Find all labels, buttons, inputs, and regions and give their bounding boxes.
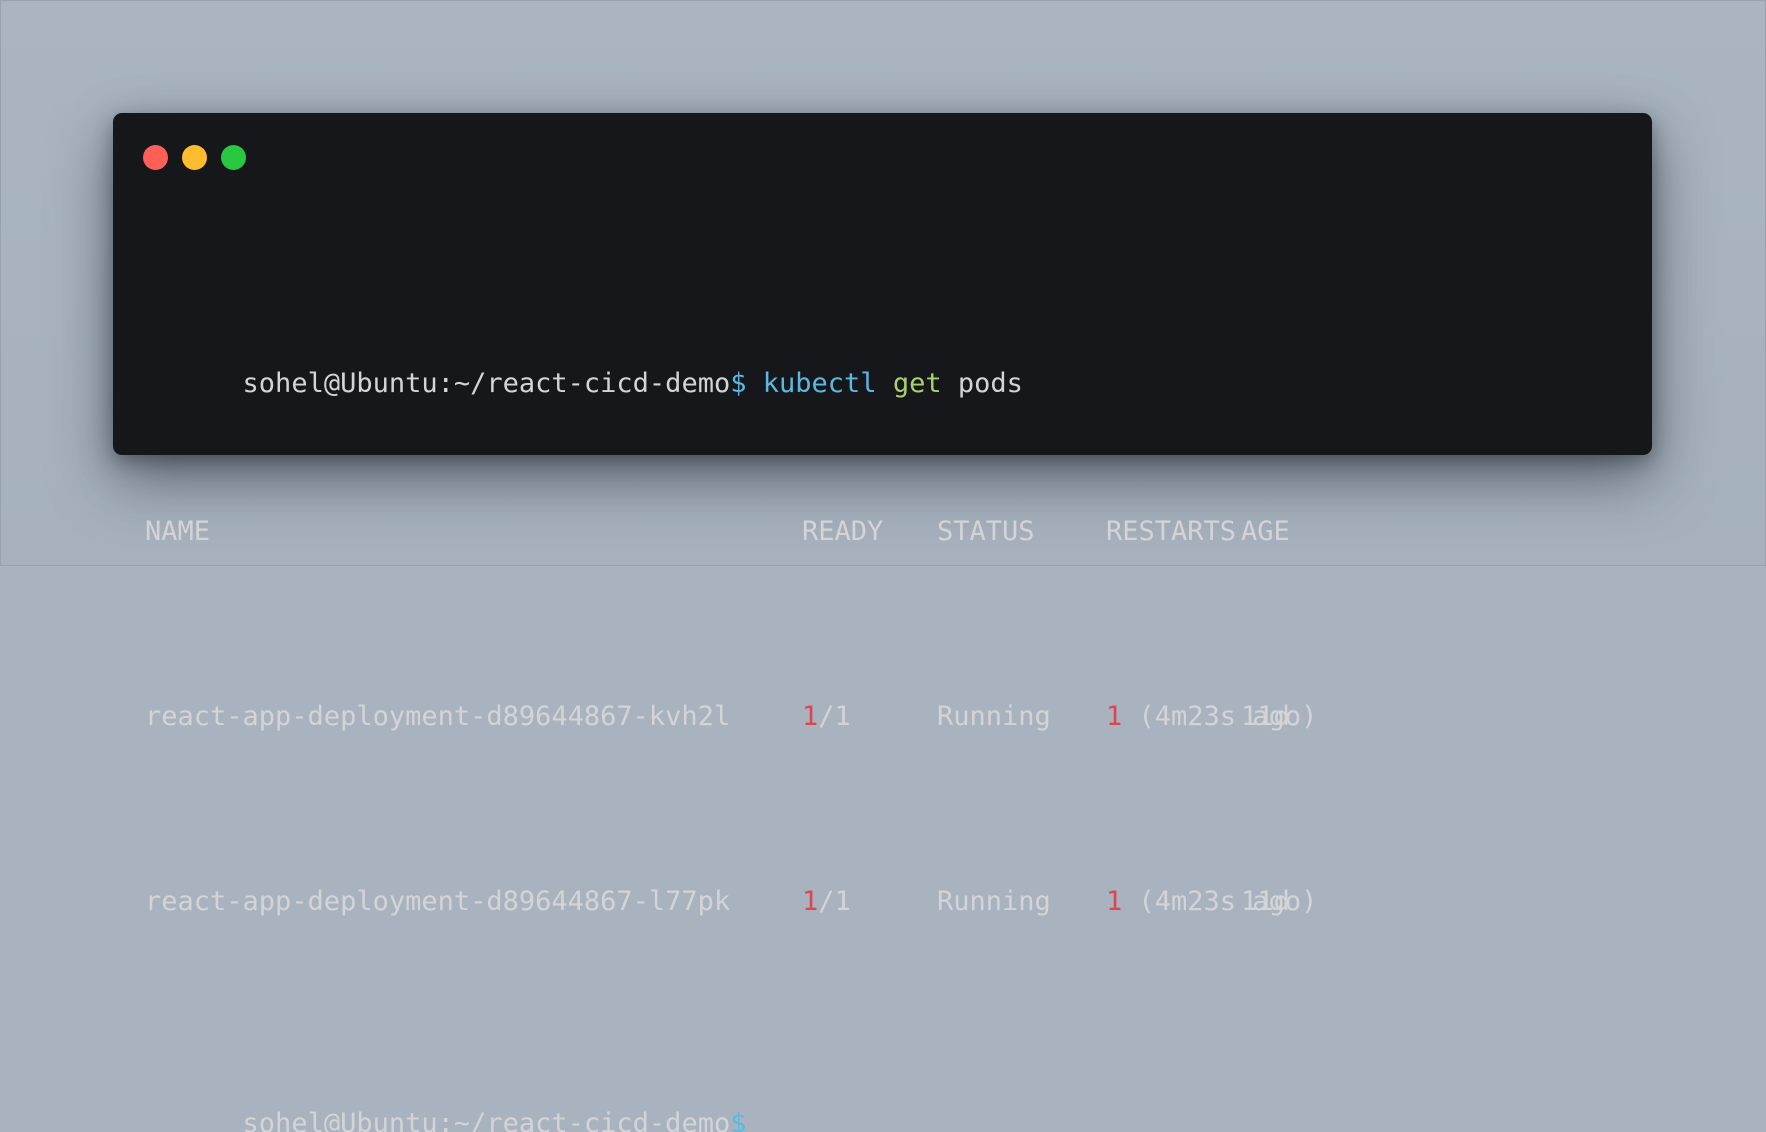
pod-name: react-app-deployment-d89644867-kvh2l <box>145 701 731 732</box>
ready-total: /1 <box>818 886 851 917</box>
pod-name: react-app-deployment-d89644867-l77pk <box>145 886 731 917</box>
pod-age: 11d <box>1241 886 1290 917</box>
header-name: NAME <box>145 516 211 547</box>
pod-status: Running <box>937 701 1051 732</box>
pod-ready: 1/1 <box>802 883 851 920</box>
pod-ready: 1/1 <box>802 698 851 735</box>
prompt-user-host-path: sohel@Ubuntu:~/react-cicd-demo <box>242 368 731 399</box>
prompt-symbol: $ <box>730 1108 747 1132</box>
pod-status: Running <box>937 886 1051 917</box>
ready-total: /1 <box>818 701 851 732</box>
close-light-icon[interactable] <box>143 145 168 170</box>
table-row: react-app-deployment-d89644867-kvh2l 1/1… <box>145 698 1317 735</box>
command-resource: pods <box>957 368 1023 399</box>
header-ready: READY <box>802 516 884 547</box>
table-header-row: NAME READY STATUS RESTARTS AGE <box>145 513 1290 550</box>
command-program: kubectl <box>762 368 877 399</box>
window-controls <box>143 145 246 170</box>
restarts-count: 1 <box>1106 701 1123 732</box>
terminal-output[interactable]: sohel@Ubuntu:~/react-cicd-demo$ kubectl … <box>145 217 1317 1132</box>
command-line: sohel@Ubuntu:~/react-cicd-demo$ kubectl … <box>145 328 1023 399</box>
command-verb: get <box>892 368 942 399</box>
header-status: STATUS <box>937 516 1035 547</box>
prompt-user-host-path: sohel@Ubuntu:~/react-cicd-demo <box>242 1108 731 1132</box>
prompt-line[interactable]: sohel@Ubuntu:~/react-cicd-demo$ <box>145 1068 1023 1132</box>
prompt-symbol: $ <box>730 368 747 399</box>
restarts-count: 1 <box>1106 886 1123 917</box>
table-row: react-app-deployment-d89644867-l77pk 1/1… <box>145 883 1317 920</box>
minimize-light-icon[interactable] <box>182 145 207 170</box>
maximize-light-icon[interactable] <box>221 145 246 170</box>
pod-age: 11d <box>1241 701 1290 732</box>
ready-count: 1 <box>802 701 819 732</box>
header-restarts: RESTARTS <box>1106 516 1237 547</box>
ready-count: 1 <box>802 886 819 917</box>
header-age: AGE <box>1241 516 1290 547</box>
terminal-window[interactable]: sohel@Ubuntu:~/react-cicd-demo$ kubectl … <box>113 113 1652 1132</box>
